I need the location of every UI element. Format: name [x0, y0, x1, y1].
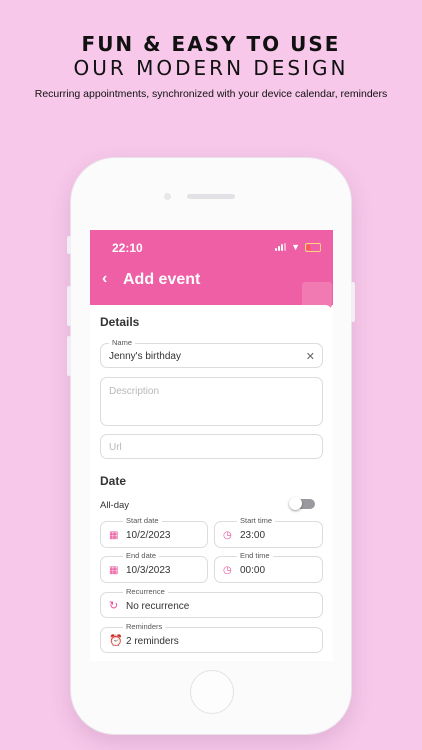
start-time-label: Start time — [237, 516, 276, 525]
description-placeholder: Description — [109, 386, 160, 397]
section-title-details: Details — [100, 315, 140, 329]
repeat-icon: ↻ — [109, 600, 119, 612]
end-time-label: End time — [237, 551, 273, 560]
start-date-label: Start date — [123, 516, 162, 525]
clock-icon: ◷ — [223, 530, 232, 541]
status-time: 22:10 — [112, 241, 143, 255]
form-sheet: Details Name Jenny's birthday ✕ Descript… — [90, 305, 333, 661]
subheadline: Recurring appointments, synchronized wit… — [34, 88, 388, 100]
name-field[interactable]: Name Jenny's birthday ✕ — [100, 338, 323, 368]
reminders-value: 2 reminders — [126, 636, 179, 647]
app-screen: 22:10 ▼ ‹ Add event Details Name Jenny's… — [90, 230, 333, 661]
clock-icon: ◷ — [223, 565, 232, 576]
recurrence-field[interactable]: Recurrence ↻ No recurrence — [100, 587, 323, 618]
calendar-icon: ▦ — [109, 530, 119, 541]
reminders-field[interactable]: Reminders ⏰ 2 reminders — [100, 622, 323, 653]
recurrence-label: Recurrence — [123, 587, 168, 596]
name-field-value: Jenny's birthday — [109, 351, 181, 362]
wifi-icon: ▼ — [291, 242, 300, 252]
end-time-value: 00:00 — [240, 565, 266, 576]
front-camera — [164, 193, 171, 200]
end-date-value: 10/3/2023 — [126, 565, 171, 576]
description-field[interactable]: Description — [100, 377, 323, 426]
earpiece-speaker — [187, 194, 235, 199]
calendar-icon: ▦ — [109, 565, 119, 576]
chevron-left-icon[interactable]: ‹ — [102, 270, 107, 288]
headline-primary: FUN & EASY TO USE — [81, 32, 341, 56]
start-time-field[interactable]: Start time ◷ 23:00 — [214, 516, 323, 548]
end-time-field[interactable]: End time ◷ 00:00 — [214, 551, 323, 583]
alarm-clock-icon: ⏰ — [109, 635, 123, 647]
signal-icon — [275, 243, 287, 251]
end-date-field[interactable]: End date ▦ 10/3/2023 — [100, 551, 208, 583]
home-button[interactable] — [190, 670, 234, 714]
url-placeholder: Url — [109, 442, 122, 453]
section-title-date: Date — [100, 474, 127, 488]
start-date-value: 10/2/2023 — [126, 530, 171, 541]
start-date-field[interactable]: Start date ▦ 10/2/2023 — [100, 516, 208, 548]
end-date-label: End date — [123, 551, 160, 560]
toggle-knob — [289, 497, 302, 510]
side-button-volume-down — [67, 336, 71, 376]
battery-icon — [305, 242, 321, 252]
side-button-power — [351, 282, 355, 322]
page-title: Add event — [123, 271, 201, 288]
url-field[interactable]: Url — [100, 434, 323, 459]
app-bar: 22:10 ▼ ‹ Add event — [90, 230, 333, 308]
clear-icon[interactable]: ✕ — [306, 350, 315, 363]
recurrence-value: No recurrence — [126, 601, 190, 612]
start-time-value: 23:00 — [240, 530, 266, 541]
allday-label: All-day — [100, 500, 130, 511]
reminders-label: Reminders — [123, 622, 166, 631]
side-button-volume-up — [67, 286, 71, 326]
headline-secondary: OUR MODERN DESIGN — [73, 56, 349, 80]
side-button-mute — [67, 236, 71, 254]
name-field-label: Name — [109, 338, 136, 347]
allday-toggle[interactable] — [289, 497, 315, 510]
status-icons: ▼ — [275, 242, 321, 252]
